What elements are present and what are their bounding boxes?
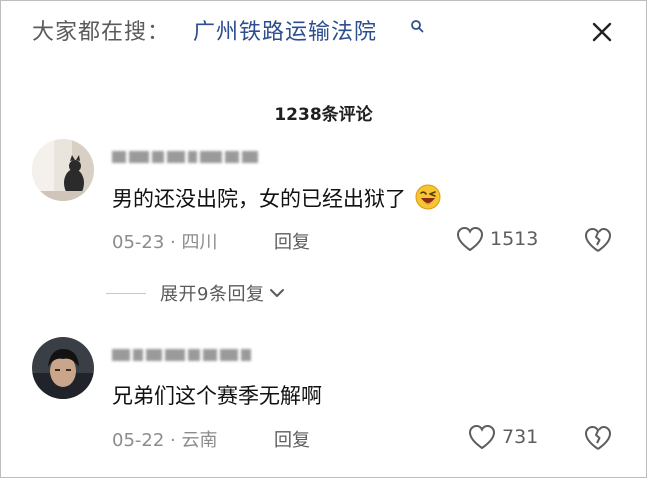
like-count: 1513 — [490, 228, 539, 250]
expand-replies-label: 展开9条回复 — [160, 284, 265, 305]
laughing-wink-emoji-icon — [415, 184, 441, 210]
like-count: 731 — [502, 426, 539, 448]
comment-text-content: 兄弟们这个赛季无解啊 — [112, 384, 322, 408]
screen-frame — [0, 0, 647, 478]
like-button[interactable]: 1513 — [456, 226, 538, 252]
meta-separator: · — [170, 232, 182, 253]
expand-divider-line — [106, 292, 146, 294]
heart-icon — [468, 424, 496, 450]
reply-button[interactable]: 回复 — [274, 426, 310, 452]
avatar[interactable] — [32, 139, 94, 201]
expand-replies-button[interactable]: 展开9条回复 — [106, 280, 286, 306]
avatar[interactable] — [32, 337, 94, 399]
comment-date: 05-22 — [112, 430, 165, 451]
comment-text: 兄弟们这个赛季无解啊 — [112, 380, 322, 410]
like-button[interactable]: 731 — [468, 424, 538, 450]
comment-location: 云南 — [181, 430, 218, 451]
broken-heart-icon[interactable] — [584, 226, 612, 254]
comment-text-content: 男的还没出院，女的已经出狱了 — [112, 187, 406, 211]
comment-date: 05-23 — [112, 232, 165, 253]
broken-heart-icon[interactable] — [584, 424, 612, 452]
reply-button[interactable]: 回复 — [274, 228, 310, 254]
search-prefix-label: 大家都在搜： — [32, 20, 171, 45]
username-blurred[interactable] — [112, 344, 254, 362]
comment-meta: 05-22 · 云南 — [112, 426, 218, 452]
close-icon[interactable] — [590, 20, 614, 44]
search-icon[interactable] — [410, 19, 424, 33]
comment-meta: 05-23 · 四川 — [112, 228, 218, 254]
chevron-down-icon — [270, 289, 285, 297]
comment-text: 男的还没出院，女的已经出狱了 — [112, 183, 441, 213]
search-suggestion-link[interactable]: 广州铁路运输法院 — [193, 14, 377, 46]
search-suggestion-bar: 大家都在搜： 广州铁路运输法院 — [0, 0, 647, 64]
heart-icon — [456, 226, 484, 252]
comment-count-title: 1238条评论 — [274, 105, 373, 125]
username-blurred[interactable] — [112, 146, 261, 164]
comment-location: 四川 — [181, 232, 218, 253]
meta-separator: · — [170, 430, 182, 451]
